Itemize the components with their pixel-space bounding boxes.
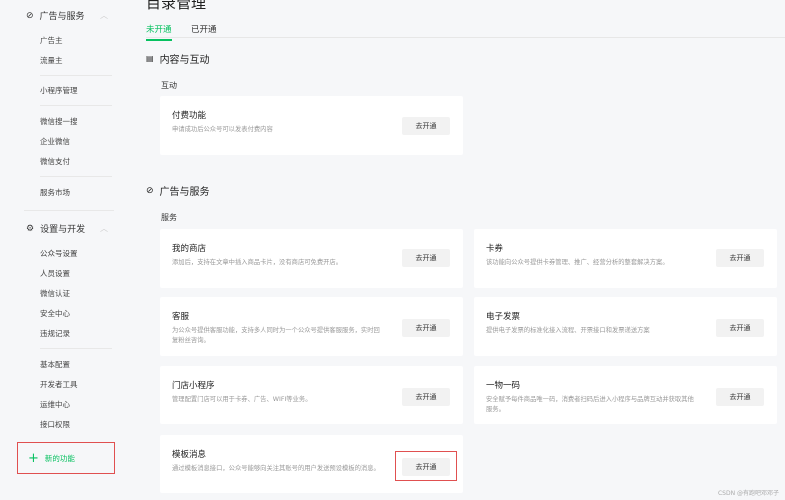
section-title: ▤ 内容与互动	[146, 54, 210, 66]
feature-card: 我的商店 添加后，支持在文章中插入商品卡片，没有商店可免费开店。 去开通	[160, 229, 463, 288]
sidebar-item[interactable]: 微信搜一搜	[40, 116, 78, 127]
sidebar-item[interactable]: 违规记录	[40, 328, 70, 339]
enable-button[interactable]: 去开通	[402, 117, 450, 135]
plus-icon: +	[28, 450, 39, 466]
highlight-box	[395, 451, 457, 481]
feature-card: 电子发票 提供电子发票的标准化接入流程、开票接口和发票递送方案 去开通	[474, 297, 777, 356]
enable-button[interactable]: 去开通	[402, 319, 450, 337]
divider	[40, 75, 112, 76]
enable-button[interactable]: 去开通	[716, 388, 764, 406]
enable-button[interactable]: 去开通	[402, 249, 450, 267]
sidebar-group-ads[interactable]: ⊘ 广告与服务 ︿	[26, 9, 108, 23]
divider	[40, 105, 112, 106]
sidebar-item[interactable]: 接口权限	[40, 419, 70, 430]
page-title: 目录管理	[146, 0, 207, 12]
sidebar-item[interactable]: 流量主	[40, 55, 63, 66]
enable-button[interactable]: 去开通	[402, 388, 450, 406]
tab-enabled[interactable]: 已开通	[191, 23, 217, 35]
feature-card: 一物一码 安全赋予每件商品唯一码，消费者扫码后进入小程序与品牌互动并获取其他服务。…	[474, 366, 777, 424]
sidebar-item[interactable]: 运维中心	[40, 399, 70, 410]
chevron-up-icon: ︿	[100, 11, 108, 20]
sidebar-item[interactable]: 公众号设置	[40, 248, 78, 259]
feature-card: 客服 为公众号提供客服功能，支持多人同时为一个公众号提供客服服务，实时回复粉丝咨询…	[160, 297, 463, 356]
feature-card: 付费功能 申请成功后公众号可以发表付费内容 去开通	[160, 96, 463, 155]
sidebar-item[interactable]: 人员设置	[40, 268, 70, 279]
divider	[24, 210, 114, 211]
sidebar-item[interactable]: 企业微信	[40, 136, 70, 147]
section-subtitle: 互动	[161, 81, 177, 90]
compass-icon: ⊘	[146, 185, 154, 196]
gear-icon: ⚙	[26, 223, 35, 234]
feature-card: 卡券 该功能向公众号提供卡券管理、推广、经营分析的整套解决方案。 去开通	[474, 229, 777, 288]
divider	[40, 348, 112, 349]
section-title: ⊘ 广告与服务	[146, 185, 210, 199]
document-icon: ▤	[146, 54, 154, 63]
feature-card: 门店小程序 管理配置门店可以用于卡券、广告、WIFI等业务。 去开通	[160, 366, 463, 424]
tab-not-enabled[interactable]: 未开通	[146, 23, 172, 41]
sidebar: ⊘ 广告与服务 ︿ 广告主 流量主 小程序管理 微信搜一搜 企业微信 微信支付 服务…	[0, 0, 130, 500]
sidebar-item[interactable]: 微信支付	[40, 156, 70, 167]
sidebar-group-settings[interactable]: ⚙ 设置与开发 ︿	[26, 222, 108, 236]
sidebar-item[interactable]: 微信认证	[40, 288, 70, 299]
tab-bar: 未开通 已开通	[146, 20, 785, 41]
sidebar-item[interactable]: 安全中心	[40, 308, 70, 319]
new-feature-button[interactable]: + 新的功能	[17, 442, 115, 474]
chevron-up-icon: ︿	[100, 224, 108, 233]
sidebar-item[interactable]: 服务市场	[40, 187, 70, 198]
enable-button[interactable]: 去开通	[716, 319, 764, 337]
sidebar-item[interactable]: 广告主	[40, 35, 63, 46]
section-subtitle: 服务	[161, 213, 177, 222]
compass-icon: ⊘	[26, 10, 34, 21]
enable-button[interactable]: 去开通	[716, 249, 764, 267]
sidebar-item[interactable]: 小程序管理	[40, 85, 78, 96]
watermark: CSDN @有跑吧邓邓子	[717, 490, 779, 497]
divider	[40, 176, 112, 177]
sidebar-item[interactable]: 开发者工具	[40, 379, 78, 390]
sidebar-item[interactable]: 基本配置	[40, 359, 70, 370]
